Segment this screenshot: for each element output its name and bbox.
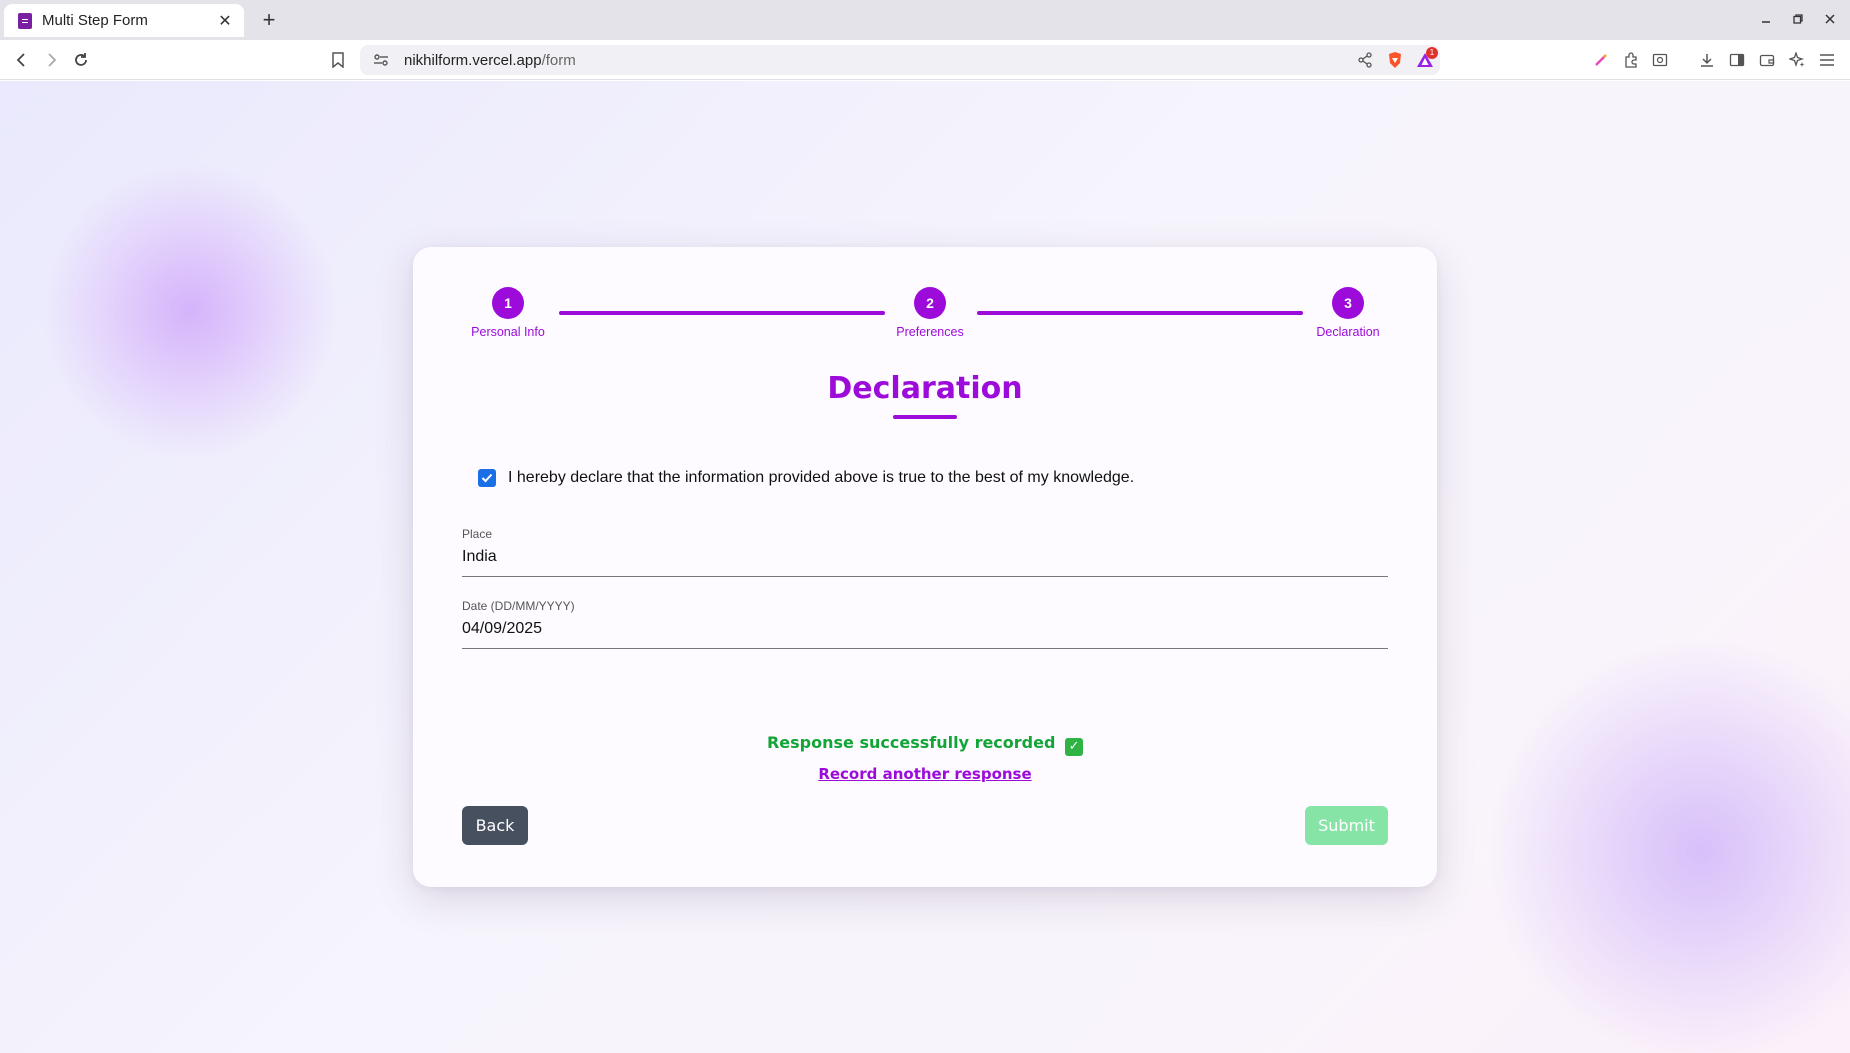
back-arrow-icon[interactable] bbox=[9, 48, 35, 72]
reader-mode-icon[interactable] bbox=[1647, 48, 1673, 72]
step-personal-info[interactable]: 1 Personal Info bbox=[453, 287, 563, 339]
site-settings-icon[interactable] bbox=[366, 53, 396, 67]
back-button[interactable]: Back bbox=[462, 806, 528, 845]
date-input[interactable]: 04/09/2025 bbox=[462, 619, 1388, 649]
place-field: Place India bbox=[462, 527, 1388, 577]
download-icon[interactable] bbox=[1694, 48, 1720, 72]
tab-title: Multi Step Form bbox=[42, 12, 148, 29]
brave-shields-icon[interactable] bbox=[1380, 45, 1410, 75]
step-label: Preferences bbox=[896, 325, 964, 339]
step-number: 1 bbox=[492, 287, 524, 319]
date-label: Date (DD/MM/YYYY) bbox=[462, 599, 575, 613]
rewards-badge: 1 bbox=[1426, 47, 1438, 59]
section-heading: Declaration bbox=[827, 371, 1023, 406]
close-window-icon[interactable] bbox=[1818, 8, 1842, 32]
step-number: 3 bbox=[1332, 287, 1364, 319]
declaration-checkbox[interactable] bbox=[478, 469, 496, 487]
browser-toolbar: nikhilform.vercel.app/form 1 bbox=[0, 40, 1850, 80]
form-card: 1 Personal Info 2 Preferences 3 Declarat… bbox=[413, 247, 1437, 887]
step-number: 2 bbox=[914, 287, 946, 319]
extensions-icon[interactable] bbox=[1618, 48, 1644, 72]
check-mark-emoji-icon: ✓ bbox=[1065, 738, 1084, 756]
close-tab-icon[interactable]: ✕ bbox=[216, 11, 234, 31]
leo-ai-icon[interactable] bbox=[1784, 48, 1810, 72]
brave-rewards-icon[interactable]: 1 bbox=[1410, 45, 1440, 75]
step-connector bbox=[559, 311, 885, 315]
step-progress: 1 Personal Info 2 Preferences 3 Declarat… bbox=[413, 247, 1437, 347]
minimize-icon[interactable] bbox=[1754, 8, 1778, 32]
menu-icon[interactable] bbox=[1814, 48, 1840, 72]
success-text: Response successfully recorded bbox=[766, 733, 1056, 752]
page-background: 1 Personal Info 2 Preferences 3 Declarat… bbox=[0, 81, 1850, 1053]
new-tab-icon[interactable]: + bbox=[257, 8, 281, 32]
wallet-icon[interactable] bbox=[1754, 48, 1780, 72]
step-label: Personal Info bbox=[471, 325, 545, 339]
step-label: Declaration bbox=[1316, 325, 1380, 339]
share-icon[interactable] bbox=[1350, 45, 1380, 75]
declaration-text: I hereby declare that the information pr… bbox=[508, 469, 1135, 486]
forward-arrow-icon[interactable] bbox=[38, 48, 64, 72]
step-declaration[interactable]: 3 Declaration bbox=[1293, 287, 1403, 339]
heading-underline bbox=[893, 415, 957, 419]
tab-strip: Multi Step Form ✕ + bbox=[0, 0, 1850, 40]
bookmark-icon[interactable] bbox=[325, 48, 351, 72]
address-bar[interactable]: nikhilform.vercel.app/form 1 bbox=[360, 45, 1440, 75]
url-path: /form bbox=[541, 51, 576, 69]
place-label: Place bbox=[462, 527, 493, 541]
url-host: nikhilform.vercel.app bbox=[404, 51, 542, 69]
step-preferences[interactable]: 2 Preferences bbox=[875, 287, 985, 339]
step-connector bbox=[977, 311, 1303, 315]
reload-icon[interactable] bbox=[68, 48, 94, 72]
declaration-row: I hereby declare that the information pr… bbox=[478, 469, 1134, 487]
restore-icon[interactable] bbox=[1786, 8, 1810, 32]
place-input[interactable]: India bbox=[462, 547, 1388, 577]
browser-tab[interactable]: Multi Step Form ✕ bbox=[4, 4, 244, 37]
decorative-blob bbox=[40, 161, 340, 461]
decorative-blob bbox=[1480, 641, 1850, 1053]
color-picker-icon[interactable] bbox=[1588, 48, 1614, 72]
success-message: Response successfully recorded ✓ bbox=[413, 733, 1437, 756]
form-favicon-icon bbox=[18, 12, 32, 29]
submit-button[interactable]: Submit bbox=[1305, 806, 1388, 845]
url-text[interactable]: nikhilform.vercel.app/form bbox=[404, 52, 1350, 69]
sidebar-icon[interactable] bbox=[1724, 48, 1750, 72]
record-another-link[interactable]: Record another response bbox=[413, 765, 1437, 783]
date-field: Date (DD/MM/YYYY) 04/09/2025 bbox=[462, 599, 1388, 649]
checkmark-icon bbox=[481, 473, 493, 483]
